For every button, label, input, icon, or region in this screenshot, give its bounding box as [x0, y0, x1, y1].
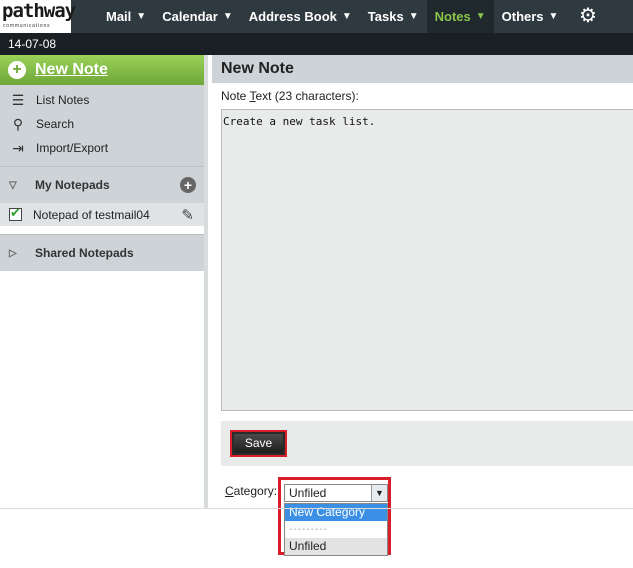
- note-label-rest: ext (23 characters):: [255, 89, 359, 103]
- nav-others-label: Others: [501, 9, 544, 24]
- search-icon: ⚲: [12, 116, 24, 132]
- logo-subtitle: communications: [3, 23, 51, 29]
- sidebar-item-list-notes[interactable]: ☰ List Notes: [0, 88, 204, 112]
- category-label-rest: ategory:: [233, 484, 278, 498]
- category-option-unfiled[interactable]: Unfiled: [285, 538, 387, 555]
- category-options-list: New Category --------- Unfiled: [284, 503, 388, 556]
- nav-tasks-label: Tasks: [367, 9, 404, 24]
- date-bar: 14-07-08: [0, 33, 633, 55]
- nav-mail[interactable]: Mail ▼: [98, 0, 154, 33]
- page-title: New Note: [212, 55, 633, 83]
- my-notepads-section: ▽ My Notepads + Notepad of testmail04 ✎: [0, 166, 204, 226]
- expanded-triangle-icon: ▽: [9, 179, 17, 191]
- sidebar-item-search[interactable]: ⚲ Search: [0, 112, 204, 136]
- main-content: New Note Note Text (23 characters): Crea…: [212, 55, 633, 556]
- nav-tasks[interactable]: Tasks ▼: [360, 0, 427, 33]
- category-dropdown-highlight: Unfiled ▼ New Category --------- Unfiled: [278, 477, 391, 556]
- note-label-prefix: Note: [221, 89, 250, 103]
- main-nav: Mail ▼ Calendar ▼ Address Book ▼ Tasks ▼ Not…: [98, 0, 566, 33]
- category-option-separator: ---------: [289, 524, 328, 535]
- notepad-item[interactable]: Notepad of testmail04 ✎: [0, 203, 204, 226]
- category-label: Category:: [225, 484, 277, 498]
- nav-others[interactable]: Others ▼: [494, 0, 567, 33]
- nav-calendar-label: Calendar: [162, 9, 218, 24]
- nav-address-book[interactable]: Address Book ▼: [241, 0, 360, 33]
- checkbox-checked-icon[interactable]: [9, 205, 22, 221]
- save-bar: Save: [221, 421, 633, 466]
- category-option-new[interactable]: New Category: [285, 504, 387, 521]
- sidebar: + New Note ☰ List Notes ⚲ Search ⇥ Impor…: [0, 55, 208, 508]
- chevron-down-icon: ▼: [475, 11, 486, 22]
- gear-icon[interactable]: ⚙: [577, 5, 599, 27]
- my-notepads-label: My Notepads: [35, 178, 110, 192]
- collapsed-triangle-icon: ▷: [9, 247, 17, 259]
- new-note-label: New Note: [35, 61, 108, 78]
- my-notepads-header[interactable]: ▽ My Notepads +: [0, 167, 204, 203]
- import-export-icon: ⇥: [12, 140, 24, 156]
- note-text-area[interactable]: Create a new task list.: [221, 109, 633, 411]
- note-text-label: Note Text (23 characters):: [221, 89, 359, 103]
- pencil-icon[interactable]: ✎: [181, 206, 194, 224]
- list-icon: ☰: [11, 92, 25, 108]
- sidebar-actions: ☰ List Notes ⚲ Search ⇥ Import/Export: [0, 85, 204, 166]
- new-note-button[interactable]: + New Note: [0, 55, 204, 85]
- nav-calendar[interactable]: Calendar ▼: [154, 0, 241, 33]
- save-button-label: Save: [234, 434, 283, 453]
- chevron-down-icon: ▼: [222, 11, 233, 22]
- save-button[interactable]: Save: [230, 430, 287, 457]
- pathway-logo[interactable]: pathway communications: [0, 0, 76, 33]
- shared-notepads-header[interactable]: ▷ Shared Notepads: [0, 235, 204, 271]
- nav-notes[interactable]: Notes ▼: [426, 0, 494, 33]
- sidebar-item-label: Search: [36, 117, 75, 131]
- shared-notepads-section: ▷ Shared Notepads: [0, 234, 204, 271]
- chevron-down-icon[interactable]: ▼: [371, 485, 387, 501]
- sidebar-item-import-export[interactable]: ⇥ Import/Export: [0, 136, 204, 160]
- chevron-down-icon: ▼: [341, 11, 352, 22]
- shared-notepads-label: Shared Notepads: [35, 246, 134, 260]
- sidebar-item-label: Import/Export: [36, 141, 109, 155]
- category-select-value: Unfiled: [289, 486, 327, 500]
- chevron-down-icon: ▼: [548, 11, 559, 22]
- nav-notes-label: Notes: [434, 9, 471, 24]
- nav-address-book-label: Address Book: [248, 9, 337, 24]
- plus-circle-icon: +: [8, 61, 26, 79]
- chevron-down-icon: ▼: [136, 11, 147, 22]
- sidebar-item-label: List Notes: [36, 93, 90, 107]
- notepad-item-label: Notepad of testmail04: [33, 207, 150, 222]
- add-notepad-icon[interactable]: +: [180, 177, 196, 193]
- nav-mail-label: Mail: [106, 9, 132, 24]
- chevron-down-icon: ▼: [408, 11, 419, 22]
- category-label-accesskey: C: [225, 484, 234, 498]
- logo-wordmark: pathway: [2, 0, 76, 22]
- top-navigation-bar: pathway communications Mail ▼ Calendar ▼ A…: [0, 0, 633, 33]
- category-select[interactable]: Unfiled ▼: [284, 484, 388, 502]
- footer-divider: [0, 508, 633, 509]
